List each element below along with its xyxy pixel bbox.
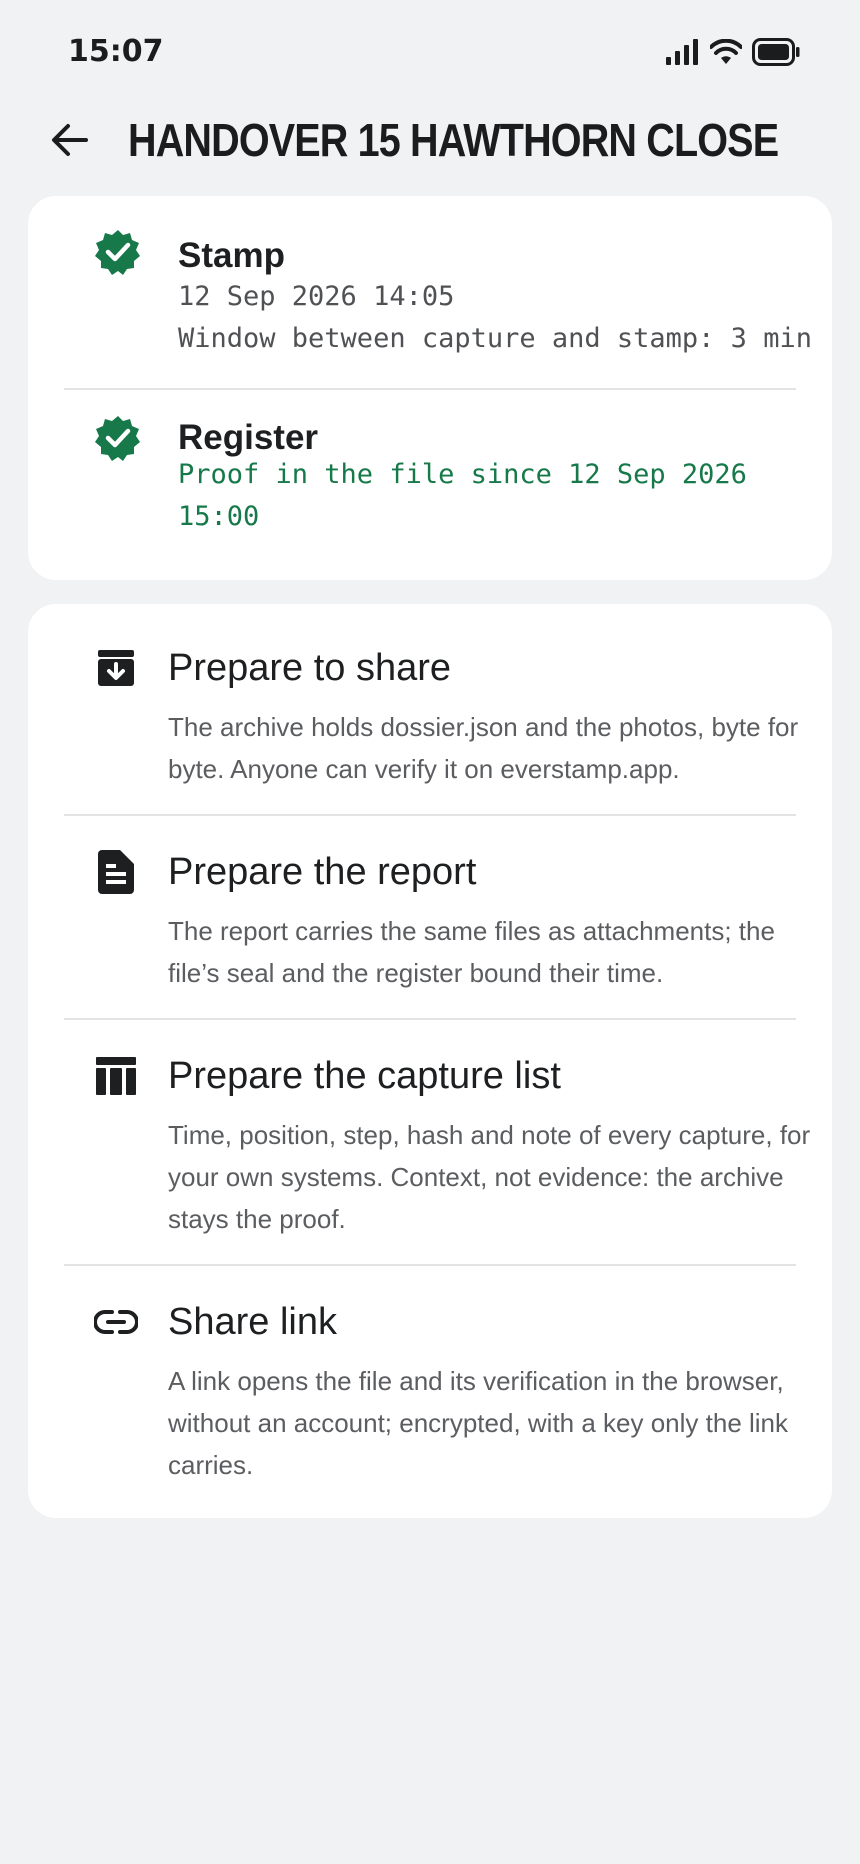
- register-check: Register Proof in the file since 12 Sep …: [64, 416, 796, 548]
- divider: [64, 1018, 796, 1020]
- share-link-button[interactable]: Share link A link opens the file and its…: [64, 1294, 796, 1480]
- divider: [64, 814, 796, 816]
- table-columns-icon: [94, 1054, 138, 1098]
- prepare-report-button[interactable]: Prepare the report The report carries th…: [64, 844, 796, 988]
- prepare-capture-list-button[interactable]: Prepare the capture list Time, position,…: [64, 1048, 810, 1234]
- action-title: Prepare to share: [168, 647, 452, 689]
- stamp-window: Window between capture and stamp: 3 min: [178, 323, 812, 354]
- check-title: Stamp: [178, 236, 285, 275]
- back-button[interactable]: [40, 110, 100, 170]
- action-description: The archive holds dossier.json and the p…: [168, 712, 799, 784]
- arrow-left-icon: [52, 124, 88, 156]
- status-bar: 15:07: [0, 0, 860, 100]
- divider: [64, 388, 796, 390]
- action-title: Prepare the report: [168, 851, 477, 893]
- action-description: A link opens the file and its verificati…: [168, 1366, 789, 1480]
- signal-icon: [666, 39, 698, 65]
- share-actions-card: Prepare to share The archive holds dossi…: [28, 604, 832, 1518]
- document-icon: [94, 850, 138, 894]
- verified-badge-icon: [95, 230, 140, 275]
- stamp-date: 12 Sep 2026 14:05: [178, 281, 455, 312]
- battery-icon: [752, 38, 800, 66]
- register-proof: Proof in the file since 12 Sep 2026 15:0…: [178, 459, 747, 532]
- action-title: Prepare the capture list: [168, 1055, 561, 1097]
- verification-card: Stamp 12 Sep 2026 14:05 Window between c…: [28, 196, 832, 580]
- page-title: HANDOVER 15 HAWTHORN CLOSE: [128, 114, 779, 166]
- archive-download-icon: [94, 646, 138, 690]
- stamp-check: Stamp 12 Sep 2026 14:05 Window between c…: [64, 230, 812, 362]
- wifi-icon: [710, 39, 742, 64]
- prepare-to-share-button[interactable]: Prepare to share The archive holds dossi…: [64, 640, 798, 784]
- status-time: 15:07: [68, 34, 164, 69]
- action-description: The report carries the same files as att…: [168, 916, 775, 988]
- app-bar: HANDOVER 15 HAWTHORN CLOSE: [0, 100, 860, 180]
- status-icons: [666, 36, 800, 68]
- action-description: Time, position, step, hash and note of e…: [168, 1120, 811, 1234]
- link-icon: [94, 1300, 138, 1344]
- action-title: Share link: [168, 1301, 337, 1343]
- divider: [64, 1264, 796, 1266]
- verified-badge-icon: [95, 416, 140, 461]
